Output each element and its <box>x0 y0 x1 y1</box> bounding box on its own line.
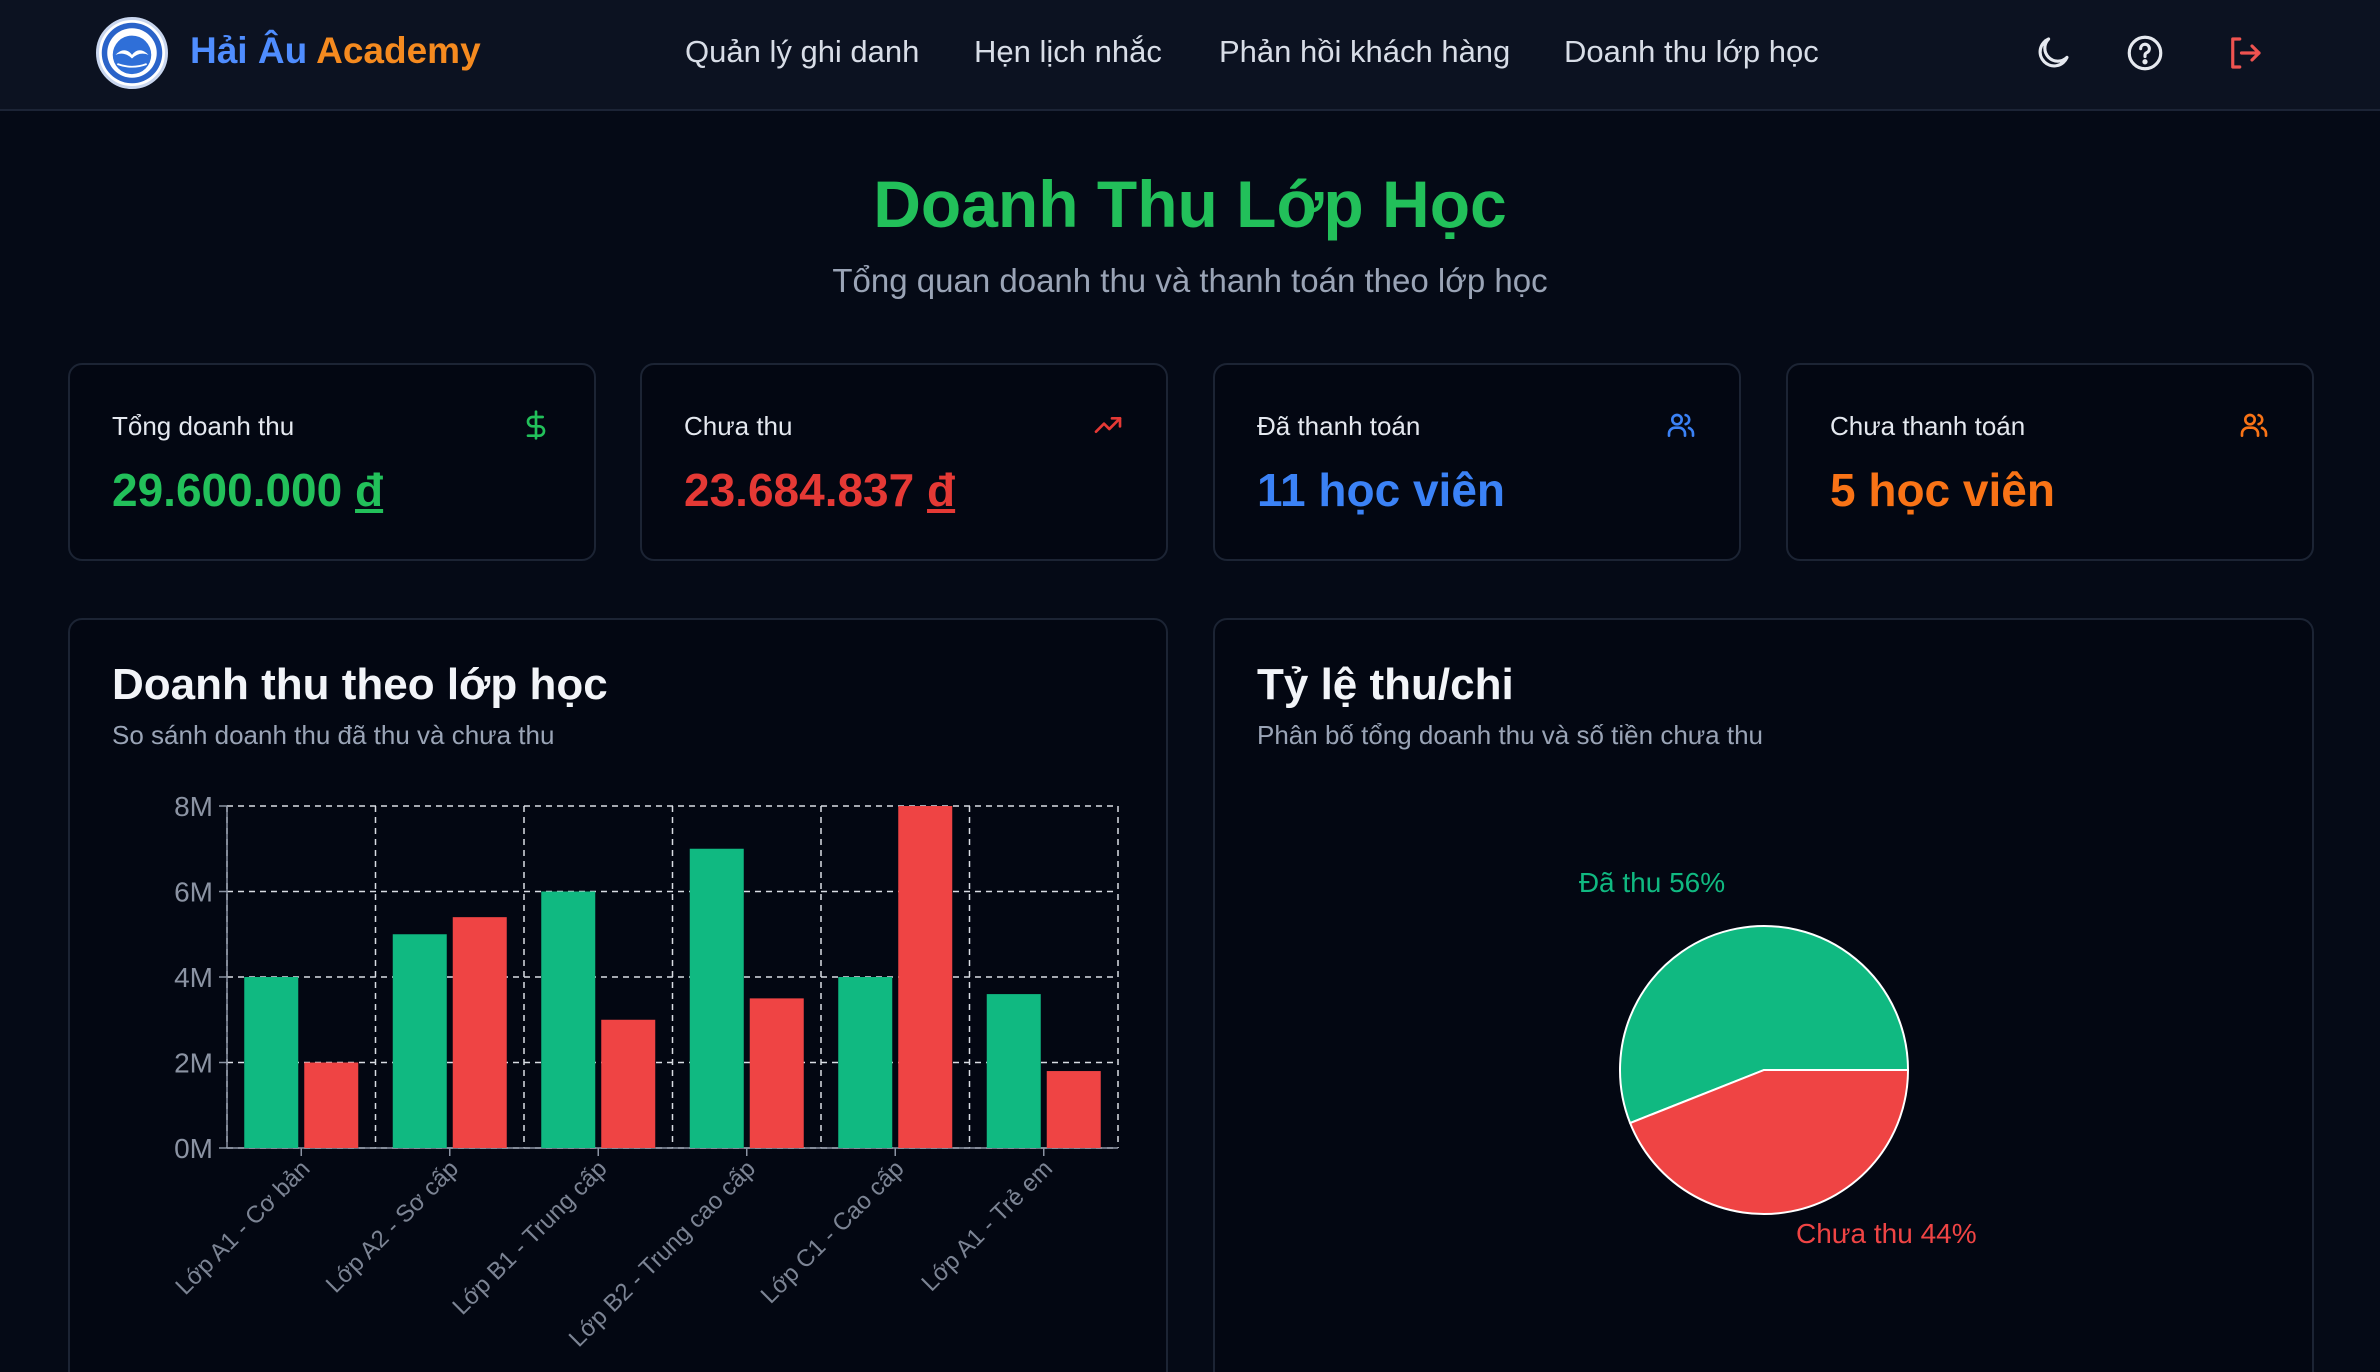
trending-up-icon <box>1092 409 1124 441</box>
stat-label: Chưa thu <box>684 411 793 441</box>
stat-value: 23.684.837 đ <box>684 463 955 517</box>
currency-symbol: đ <box>927 464 956 516</box>
bar-uncollected <box>304 1062 359 1148</box>
brand-name-part2: Academy <box>316 30 481 71</box>
brand-name[interactable]: Hải Âu Academy <box>190 30 481 72</box>
pie-chart-panel: Tỷ lệ thu/chi Phân bố tổng doanh thu và … <box>1213 618 2314 1372</box>
dollar-icon <box>520 409 552 441</box>
stat-card-unpaid-students: Chưa thanh toán 5 học viên <box>1786 363 2314 561</box>
bar-uncollected <box>749 998 804 1148</box>
top-navbar: Hải Âu Academy Quản lý ghi danh Hẹn lịch… <box>0 0 2380 111</box>
y-tick-label: 8M <box>174 791 213 822</box>
y-tick-label: 2M <box>174 1048 213 1079</box>
stat-label: Chưa thanh toán <box>1830 411 2026 441</box>
bar-uncollected <box>452 917 507 1148</box>
page-subtitle: Tổng quan doanh thu và thanh toán theo l… <box>832 262 1548 299</box>
pie-label: Chưa thu 44% <box>1796 1218 1977 1249</box>
pie-chart: Đã thu 56% Chưa thu 44% <box>1579 867 1977 1249</box>
y-tick-label: 4M <box>174 962 213 993</box>
stat-card-paid-students: Đã thanh toán 11 học viên <box>1213 363 1741 561</box>
currency-symbol: đ <box>355 464 384 516</box>
bar-uncollected <box>1046 1071 1101 1148</box>
bar-collected <box>392 934 447 1148</box>
nav-link-revenue[interactable]: Doanh thu lớp học <box>1564 34 1819 70</box>
bar-collected <box>838 977 893 1148</box>
stat-amount: 23.684.837 <box>684 464 915 516</box>
stat-value: 5 học viên <box>1830 464 2055 516</box>
users-icon <box>1665 409 1697 441</box>
y-tick-label: 6M <box>174 877 213 908</box>
moon-icon[interactable] <box>2032 32 2074 74</box>
nav-link-feedback[interactable]: Phản hồi khách hàng <box>1219 34 1510 70</box>
bar-uncollected <box>601 1019 656 1148</box>
logout-icon[interactable] <box>2224 32 2266 74</box>
bar-uncollected <box>898 806 953 1148</box>
brand-name-part1: Hải Âu <box>190 30 308 71</box>
x-tick-label: Lớp C1 - Cao cấp <box>756 1155 910 1309</box>
bar-collected <box>541 891 596 1148</box>
stat-card-unpaid-amount: Chưa thu 23.684.837 đ <box>640 363 1168 561</box>
x-tick-label: Lớp A1 - Cơ bản <box>170 1155 315 1300</box>
bar-collected <box>986 994 1041 1148</box>
x-tick-label: Lớp A2 - Sơ cấp <box>321 1155 464 1298</box>
stat-amount: 29.600.000 <box>112 464 343 516</box>
pie-label: Đã thu 56% <box>1579 867 1725 898</box>
stat-value: 11 học viên <box>1257 464 1506 516</box>
academy-logo[interactable] <box>96 17 168 89</box>
bar-collected <box>244 977 299 1148</box>
stat-label: Tổng doanh thu <box>112 411 295 441</box>
x-tick-label: Lớp B1 - Trung cấp <box>447 1155 612 1320</box>
page-title: Doanh Thu Lớp Học <box>873 167 1507 241</box>
stat-card-total-revenue: Tổng doanh thu 29.600.000 đ <box>68 363 596 561</box>
stat-label: Đã thanh toán <box>1257 411 1421 441</box>
nav-link-enrollment[interactable]: Quản lý ghi danh <box>685 34 919 70</box>
users-icon <box>2238 409 2270 441</box>
bar-chart-panel: Doanh thu theo lớp học So sánh doanh thu… <box>68 618 1168 1372</box>
y-tick-label: 0M <box>174 1133 213 1164</box>
nav-link-reminders[interactable]: Hẹn lịch nhắc <box>974 34 1162 70</box>
bar-collected <box>689 848 744 1148</box>
help-circle-icon[interactable] <box>2124 32 2166 74</box>
x-tick-label: Lớp A1 - Trẻ em <box>916 1155 1058 1297</box>
bar-chart: 0M 2M 4M 6M 8M Lớp A1 - Cơ bản Lớp A2 - Sơ cấp… <box>170 791 1119 1352</box>
stat-value: 29.600.000 đ <box>112 463 383 517</box>
